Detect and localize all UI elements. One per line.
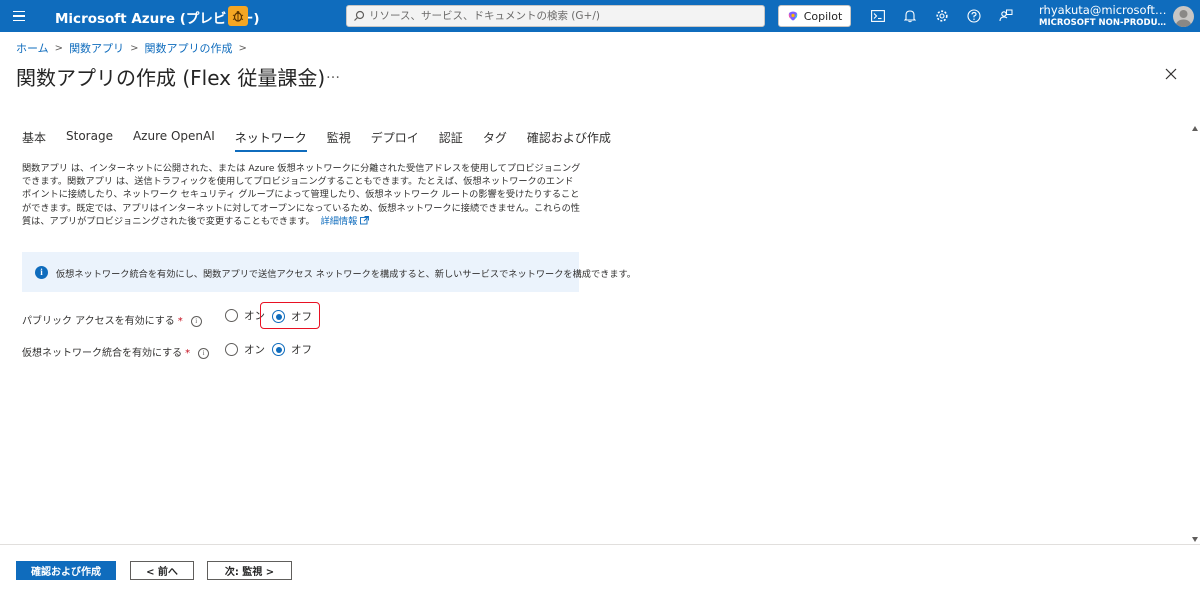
top-bar: Microsoft Azure (プレビュー) Copilot rhyakuta… <box>0 0 1200 32</box>
breadcrumb-home[interactable]: ホーム <box>16 40 49 56</box>
copilot-icon <box>788 11 797 21</box>
public-access-on-radio[interactable]: オン <box>225 308 265 323</box>
learn-more-link[interactable]: 詳細情報 <box>321 216 370 227</box>
description-text: 関数アプリ は、インターネットに公開された、または Azure 仮想ネットワーク… <box>22 163 581 227</box>
tab-deployment[interactable]: デプロイ <box>371 129 419 152</box>
bell-icon[interactable] <box>900 6 920 26</box>
scroll-up-icon[interactable] <box>1192 126 1198 131</box>
bug-icon[interactable] <box>228 6 248 26</box>
networking-description: 関数アプリ は、インターネットに公開された、または Azure 仮想ネットワーク… <box>22 162 582 228</box>
scroll-down-icon[interactable] <box>1192 537 1198 542</box>
tab-monitoring[interactable]: 監視 <box>327 129 351 152</box>
user-directory: MICROSOFT NON-PRODUC… <box>1039 18 1167 28</box>
account-info[interactable]: rhyakuta@microsoft.… MICROSOFT NON-PRODU… <box>1039 3 1167 28</box>
hamburger-icon[interactable] <box>8 6 30 26</box>
search-icon <box>354 10 365 21</box>
vnet-integration-label: 仮想ネットワーク統合を有効にする * i <box>22 344 210 359</box>
next-button[interactable]: 次: 監視 > <box>207 561 292 580</box>
wizard-footer: 確認および作成 < 前へ 次: 監視 > <box>0 544 1200 597</box>
info-tooltip-icon[interactable]: i <box>190 316 202 327</box>
tab-storage[interactable]: Storage <box>66 129 113 152</box>
user-name: rhyakuta@microsoft.… <box>1039 3 1167 17</box>
tab-basics[interactable]: 基本 <box>22 129 46 152</box>
gear-icon[interactable] <box>932 6 952 26</box>
vnet-integration-off-radio[interactable]: オフ <box>272 342 312 357</box>
help-icon[interactable] <box>964 6 984 26</box>
chevron-right-icon: > <box>130 42 139 54</box>
copilot-button[interactable]: Copilot <box>778 5 851 27</box>
info-message-bar: i 仮想ネットワーク統合を有効にし、関数アプリで送信アクセス ネットワークを構成… <box>22 252 636 292</box>
public-access-label: パブリック アクセスを有効にする * i <box>22 312 202 327</box>
breadcrumb: ホーム > 関数アプリ > 関数アプリの作成 > <box>16 40 247 56</box>
cloud-shell-icon[interactable] <box>868 6 888 26</box>
tab-networking[interactable]: ネットワーク <box>234 129 307 152</box>
highlight-box <box>260 302 320 329</box>
radio-label: オン <box>244 344 265 356</box>
more-options-button[interactable]: … <box>326 66 341 82</box>
external-link-icon <box>360 215 370 225</box>
previous-button[interactable]: < 前へ <box>130 561 194 580</box>
required-marker: * <box>177 316 183 327</box>
tab-review-create[interactable]: 確認および作成 <box>527 129 611 152</box>
feedback-icon[interactable] <box>996 6 1016 26</box>
breadcrumb-function-apps[interactable]: 関数アプリ <box>69 40 124 56</box>
info-tooltip-icon[interactable]: i <box>198 348 210 359</box>
copilot-label: Copilot <box>803 9 843 23</box>
required-marker: * <box>185 348 191 359</box>
radio-circle-selected <box>272 343 285 356</box>
info-message: 仮想ネットワーク統合を有効にし、関数アプリで送信アクセス ネットワークを構成する… <box>56 269 636 280</box>
page-title: 関数アプリの作成 (Flex 従量課金) <box>16 66 326 90</box>
info-icon: i <box>35 266 48 279</box>
avatar[interactable] <box>1173 6 1194 27</box>
wizard-tabs: 基本 Storage Azure OpenAI ネットワーク 監視 デプロイ 認… <box>22 129 631 152</box>
review-create-button[interactable]: 確認および作成 <box>16 561 116 580</box>
close-icon[interactable] <box>1163 66 1179 82</box>
global-search[interactable] <box>346 5 765 27</box>
search-input[interactable] <box>369 7 759 25</box>
tab-azure-openai[interactable]: Azure OpenAI <box>133 129 215 152</box>
vertical-scrollbar[interactable] <box>1189 124 1200 544</box>
tab-tags[interactable]: タグ <box>483 129 507 152</box>
radio-circle <box>225 343 238 356</box>
radio-circle <box>225 309 238 322</box>
chevron-right-icon: > <box>54 42 64 54</box>
tab-authentication[interactable]: 認証 <box>439 129 463 152</box>
radio-label: オフ <box>291 344 312 356</box>
chevron-right-icon: > <box>238 42 247 54</box>
vnet-integration-on-radio[interactable]: オン <box>225 342 265 357</box>
breadcrumb-create-function-app[interactable]: 関数アプリの作成 <box>144 40 232 56</box>
